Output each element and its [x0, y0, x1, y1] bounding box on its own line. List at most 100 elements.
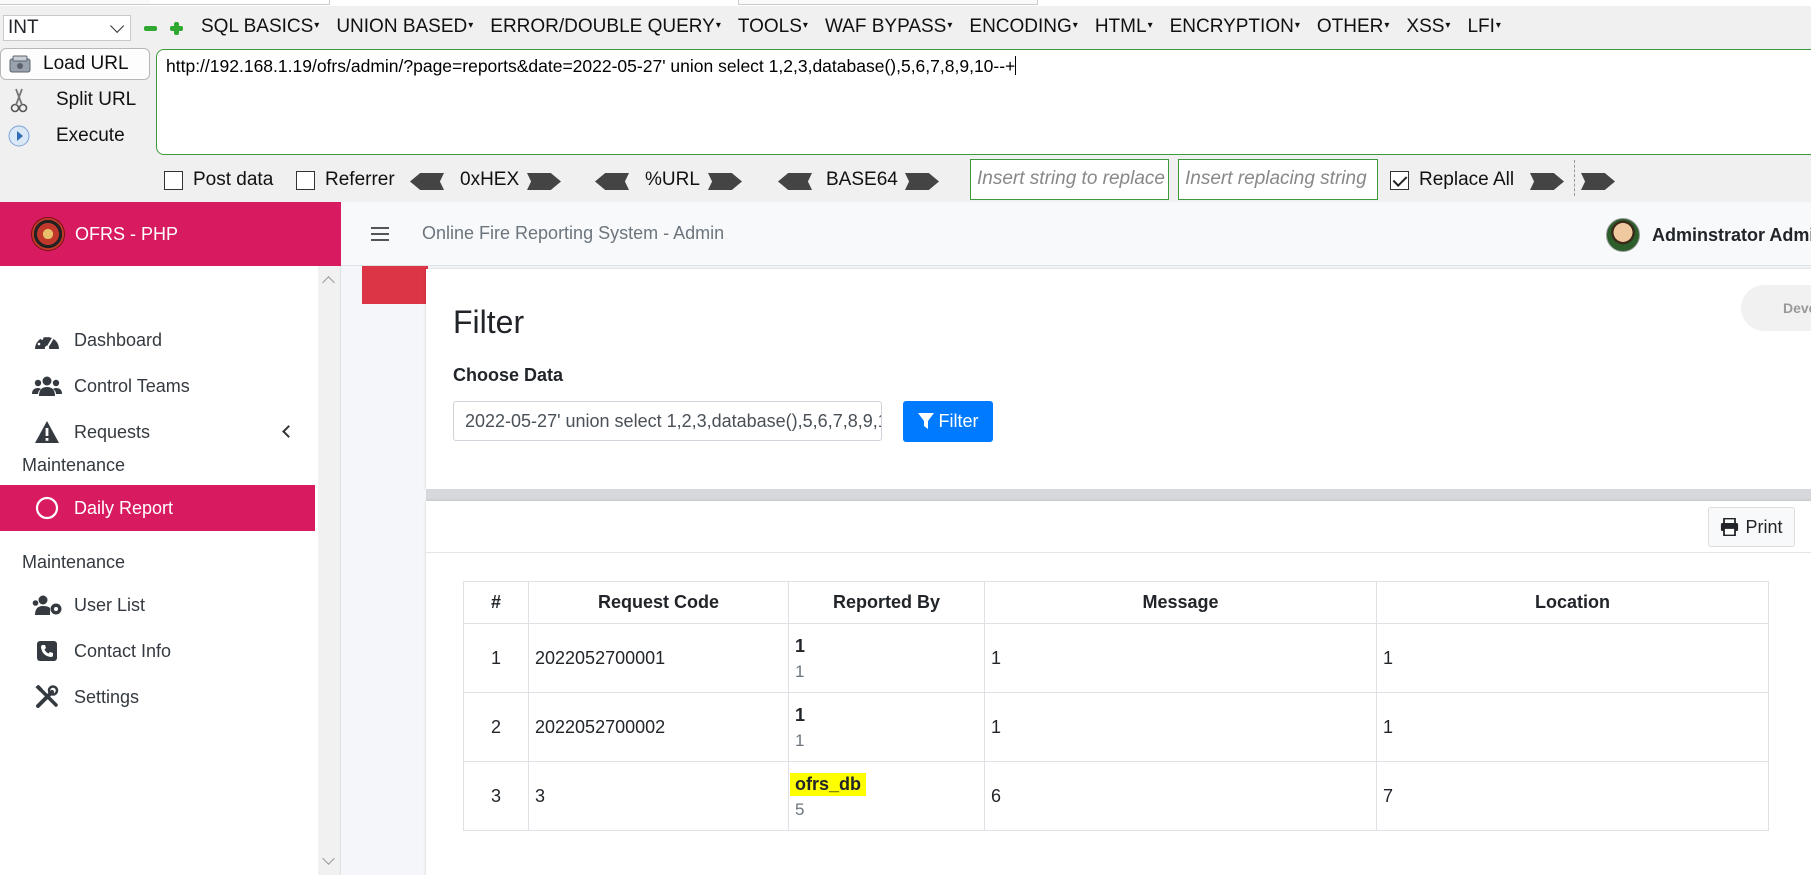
- minus-icon[interactable]: [144, 22, 157, 35]
- url-encode-arrow-icon[interactable]: [708, 173, 742, 190]
- text-caret: [1015, 56, 1017, 75]
- replace-first-arrow-icon[interactable]: [1530, 173, 1564, 190]
- load-url-button[interactable]: Load URL: [0, 48, 150, 80]
- sidebar-section-maintenance: Maintenance: [22, 455, 126, 475]
- brand-link[interactable]: OFRS - PHP: [0, 202, 341, 266]
- play-icon: [6, 123, 32, 149]
- menu-other[interactable]: OTHER: [1317, 16, 1390, 38]
- load-url-label: Load URL: [43, 53, 129, 74]
- table-row: 1 2022052700001 1 1 1 1: [463, 623, 1769, 693]
- hackbar-panel: INT SQL BASICS UNION BASED ERROR/DOUBLE …: [0, 0, 1811, 202]
- sidebar-item-label: User List: [74, 594, 146, 615]
- menu-waf-bypass[interactable]: WAF BYPASS: [825, 16, 952, 38]
- table-row: 3 3 ofrs_db 5 6 7: [463, 761, 1769, 831]
- print-button[interactable]: Print: [1708, 507, 1795, 547]
- reported-by: ofrs_db 5: [788, 761, 985, 831]
- reporter-contact: 1: [795, 661, 805, 681]
- filter-icon: [917, 413, 934, 429]
- menu-html[interactable]: HTML: [1095, 16, 1153, 38]
- print-label: Print: [1745, 516, 1783, 537]
- reporter-name: 1: [795, 635, 806, 656]
- request-code: 2022052700001: [528, 623, 789, 693]
- request-code: 2022052700002: [528, 692, 789, 762]
- base64-decode-arrow-icon[interactable]: [778, 173, 812, 190]
- url-textarea[interactable]: http://192.168.1.19/ofrs/admin/?page=rep…: [156, 49, 1811, 155]
- filter-card: Filter Choose Data 2022-05-27' union sel…: [426, 269, 1811, 489]
- row-number: 1: [463, 623, 529, 693]
- main-content: Filter Choose Data 2022-05-27' union sel…: [341, 266, 1811, 875]
- location: 7: [1376, 761, 1769, 831]
- report-card-header: Print: [426, 501, 1811, 553]
- post-data-checkbox[interactable]: Post data: [164, 169, 273, 191]
- sidebar-item-requests[interactable]: Requests: [0, 410, 315, 454]
- table-row: 2 2022052700002 1 1 1 1: [463, 692, 1769, 762]
- replace-all-checkbox[interactable]: Replace All: [1390, 169, 1514, 191]
- referrer-box[interactable]: [296, 170, 315, 190]
- top-navbar: Online Fire Reporting System - Admin Adm…: [341, 202, 1811, 266]
- menu-tools[interactable]: TOOLS: [738, 16, 808, 38]
- hackbar-menu: SQL BASICS UNION BASED ERROR/DOUBLE QUER…: [201, 16, 1518, 38]
- replace-string-input[interactable]: Insert string to replace: [970, 159, 1169, 200]
- sidebar-item-dashboard[interactable]: Dashboard: [0, 318, 315, 362]
- execute-button[interactable]: Execute: [0, 120, 148, 152]
- phone-icon: [32, 638, 62, 664]
- section-divider: [426, 489, 1811, 501]
- split-url-button[interactable]: Split URL: [0, 84, 148, 116]
- message: 1: [984, 692, 1377, 762]
- url-decode-arrow-icon[interactable]: [595, 173, 629, 190]
- reported-by: 1 1: [788, 623, 985, 693]
- referrer-checkbox[interactable]: Referrer: [296, 169, 395, 191]
- replace-all-box[interactable]: [1390, 170, 1409, 190]
- hex-encode-arrow-icon[interactable]: [527, 173, 561, 190]
- hex-label: 0xHEX: [460, 169, 520, 190]
- filter-button[interactable]: Filter: [903, 401, 993, 442]
- sidebar-item-contact-info[interactable]: Contact Info: [0, 629, 315, 673]
- replacing-string-input[interactable]: Insert replacing string: [1178, 159, 1378, 200]
- location: 1: [1376, 692, 1769, 762]
- sidebar-item-label: Control Teams: [74, 375, 190, 396]
- sidebar-item-settings[interactable]: Settings: [0, 675, 315, 719]
- hex-decode-arrow-icon[interactable]: [410, 173, 444, 190]
- date-input[interactable]: 2022-05-27' union select 1,2,3,database(…: [453, 401, 882, 441]
- sidebar-item-label: Dashboard: [74, 329, 163, 350]
- split-url-label: Split URL: [56, 89, 137, 110]
- report-table: # Request Code Reported By Message Locat…: [463, 581, 1769, 831]
- scissors-icon: [6, 87, 32, 113]
- brand-name: OFRS - PHP: [75, 223, 179, 244]
- sidebar-scrollbar[interactable]: [318, 266, 340, 875]
- menu-sql-basics[interactable]: SQL BASICS: [201, 16, 319, 38]
- scroll-down-icon[interactable]: [322, 852, 335, 865]
- referrer-label: Referrer: [325, 169, 395, 190]
- injection-type-select[interactable]: INT: [3, 15, 131, 41]
- menu-xss[interactable]: XSS: [1406, 16, 1450, 38]
- replace-arrow-icon[interactable]: [1581, 173, 1615, 190]
- base64-encode-arrow-icon[interactable]: [905, 173, 939, 190]
- page-title: Filter: [453, 304, 525, 340]
- menu-lfi[interactable]: LFI: [1467, 16, 1500, 38]
- menu-union-based[interactable]: UNION BASED: [336, 16, 473, 38]
- table-header-row: # Request Code Reported By Message Locat…: [463, 581, 1769, 624]
- print-icon: [1721, 518, 1739, 536]
- divider: [1574, 160, 1575, 196]
- user-menu[interactable]: Adminstrator Admin: [1606, 218, 1811, 252]
- col-header-location: Location: [1376, 581, 1769, 624]
- scroll-up-icon[interactable]: [322, 276, 335, 289]
- sidebar-item-daily-report[interactable]: Daily Report: [0, 485, 315, 531]
- sidebar-item-label: Daily Report: [74, 497, 174, 518]
- reported-by: 1 1: [788, 692, 985, 762]
- header-accent: [362, 266, 428, 304]
- sidebar-item-control-teams[interactable]: Control Teams: [0, 364, 315, 408]
- sidebar-item-user-list[interactable]: User List: [0, 583, 315, 627]
- plus-icon[interactable]: [170, 22, 183, 35]
- user-name: Adminstrator Admin: [1652, 224, 1811, 245]
- hamburger-menu-icon[interactable]: [371, 226, 389, 241]
- choose-date-label: Choose Data: [453, 365, 564, 385]
- filter-button-label: Filter: [938, 411, 979, 431]
- injection-type-value: INT: [8, 17, 39, 38]
- menu-encryption[interactable]: ENCRYPTION: [1170, 16, 1300, 38]
- col-header-message: Message: [984, 581, 1377, 624]
- post-data-box[interactable]: [164, 170, 183, 190]
- menu-error-double-query[interactable]: ERROR/DOUBLE QUERY: [490, 16, 721, 38]
- row-number: 2: [463, 692, 529, 762]
- menu-encoding[interactable]: ENCODING: [969, 16, 1077, 38]
